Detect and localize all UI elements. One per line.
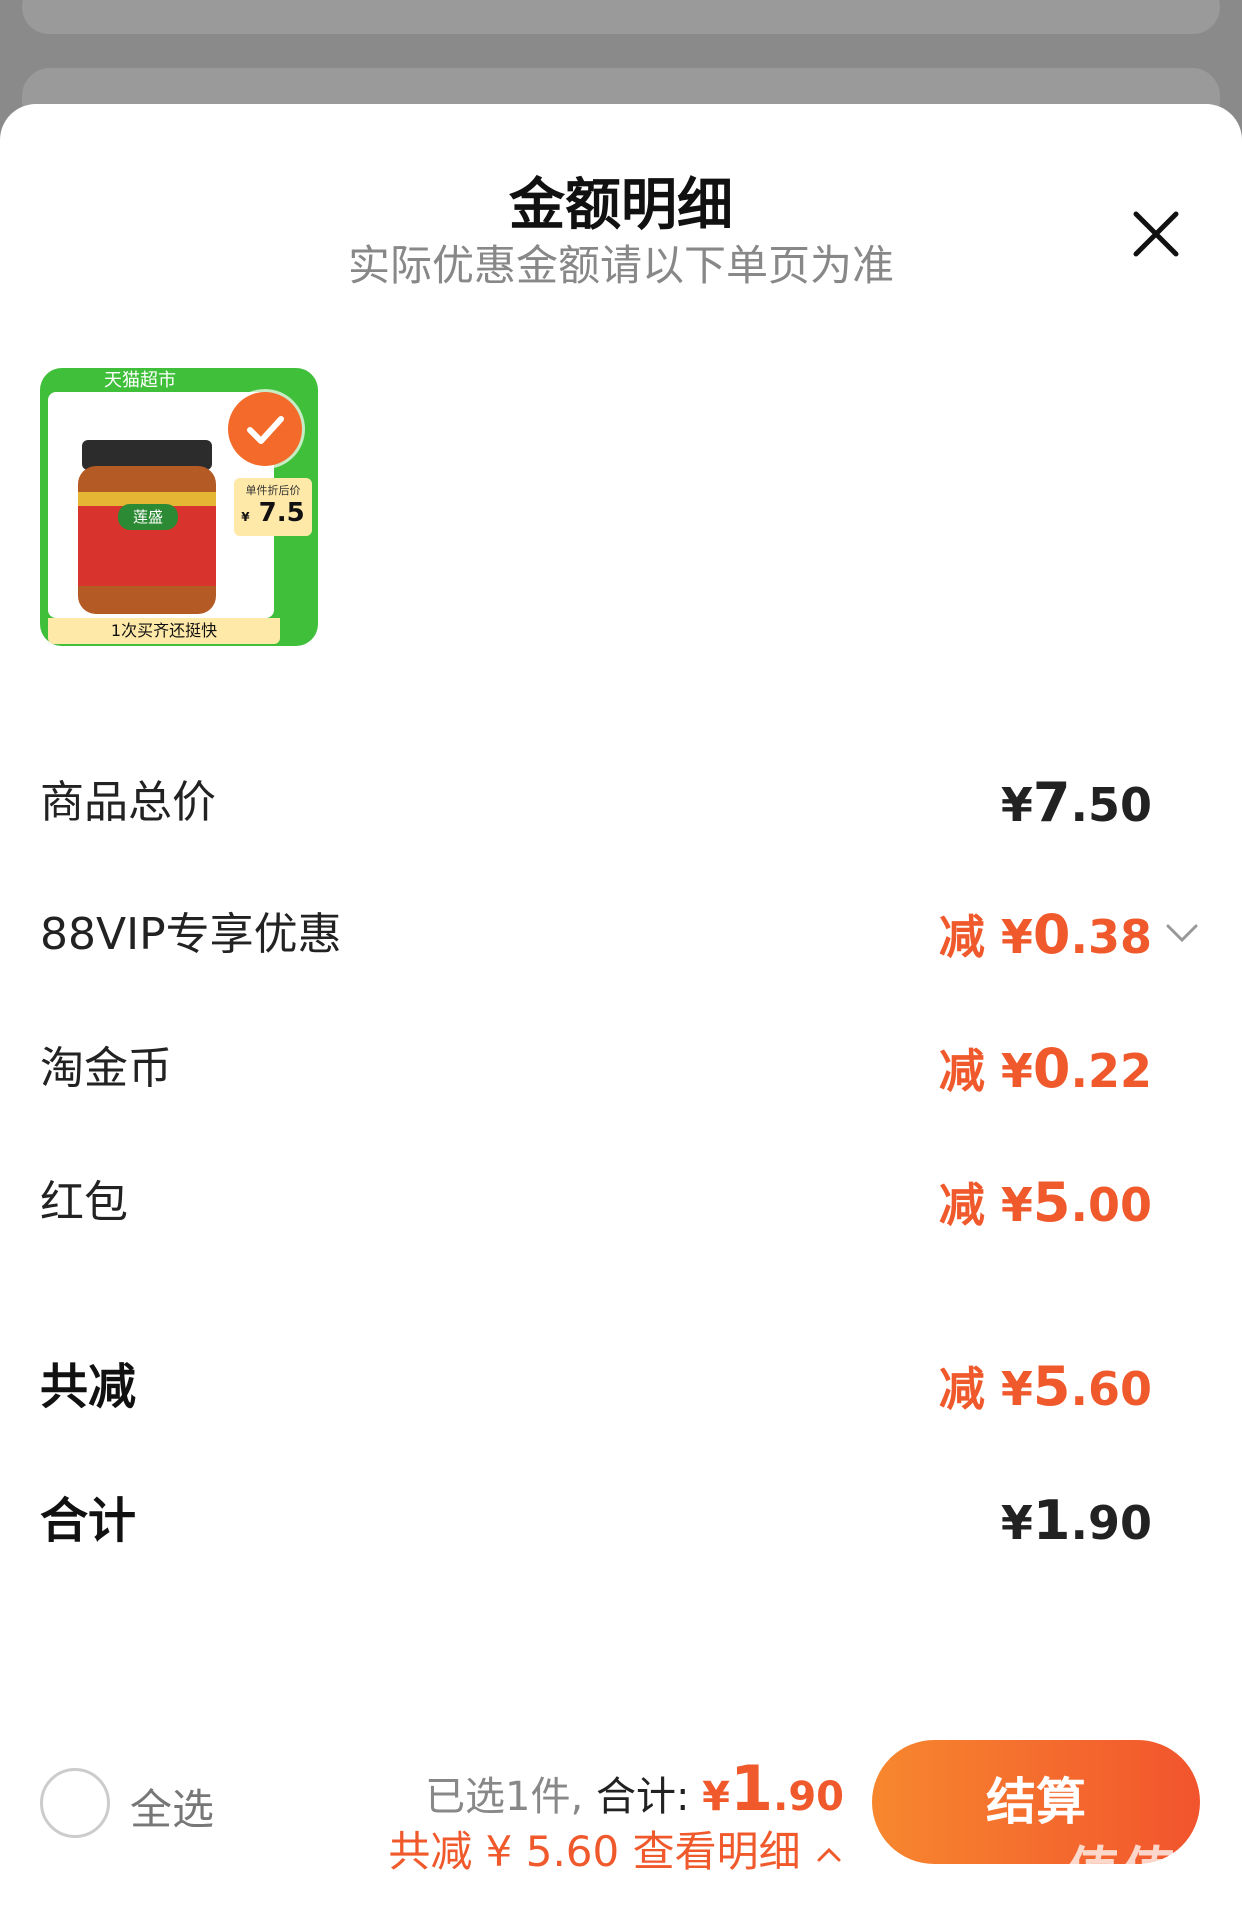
amount-detail-sheet: 金额明细 实际优惠金额请以下单页为准 天猫超市 莲盛 单件折后价 ¥ 7.5 1… (0, 104, 1242, 1912)
total-price: ¥1.90 (702, 1752, 844, 1825)
select-all-radio[interactable] (40, 1768, 110, 1838)
chevron-up-icon[interactable] (814, 1827, 844, 1876)
sheet-title: 金额明细 (509, 173, 733, 238)
row-label: 淘金币 (40, 1043, 172, 1094)
selected-count: 已选1件, (425, 1774, 584, 1820)
product-slogan: 1次买齐还挺快 (48, 618, 280, 644)
background-card-top (22, 0, 1220, 34)
row-88vip-discount[interactable]: 88VIP专享优惠 减 ¥0.38 (40, 900, 1202, 970)
chevron-down-icon[interactable] (1162, 918, 1202, 948)
row-value: ¥7.50 (1000, 771, 1152, 834)
row-value: ¥1.90 (1000, 1489, 1152, 1552)
total-label: 合计: (595, 1774, 690, 1820)
price-tag: 单件折后价 ¥ 7.5 (234, 478, 312, 536)
brand-badge: 莲盛 (118, 504, 178, 530)
row-value: 减 ¥5.60 (938, 1355, 1152, 1418)
row-label: 88VIP专享优惠 (40, 909, 342, 960)
row-goods-total: 商品总价 ¥7.50 (40, 768, 1202, 838)
price-tag-value: ¥ 7.5 (241, 498, 305, 528)
row-label: 共减 (40, 1359, 137, 1415)
row-value: 减 ¥5.00 (938, 1171, 1152, 1234)
selection-summary: 已选1件, 合计: ¥1.90 (425, 1752, 844, 1825)
select-all-label[interactable]: 全选 (130, 1776, 214, 1837)
row-label: 合计 (40, 1493, 137, 1549)
close-icon[interactable] (1126, 204, 1186, 264)
store-badge: 天猫超市 (104, 370, 176, 391)
row-label: 商品总价 (40, 777, 216, 828)
row-value: 减 ¥0.22 (938, 1037, 1152, 1100)
watermark-url: zhizhizhi.com (1106, 1884, 1228, 1905)
row-total-saved: 共减 减 ¥5.60 (40, 1352, 1202, 1422)
row-value: 减 ¥0.38 (938, 903, 1152, 966)
row-taojinbi: 淘金币 减 ¥0.22 (40, 1034, 1202, 1104)
price-tag-label: 单件折后价 (245, 484, 301, 497)
saved-text: 共减 ¥ 5.60 (388, 1827, 620, 1876)
row-label: 红包 (40, 1177, 128, 1228)
saved-summary[interactable]: 共减 ¥ 5.60 查看明细 (388, 1818, 844, 1879)
sheet-subtitle: 实际优惠金额请以下单页为准 (347, 241, 894, 290)
row-red-packet: 红包 减 ¥5.00 (40, 1168, 1202, 1238)
row-grand-total: 合计 ¥1.90 (40, 1486, 1202, 1556)
view-details-link[interactable]: 查看明细 (633, 1827, 801, 1876)
selected-check-icon[interactable] (228, 392, 302, 466)
